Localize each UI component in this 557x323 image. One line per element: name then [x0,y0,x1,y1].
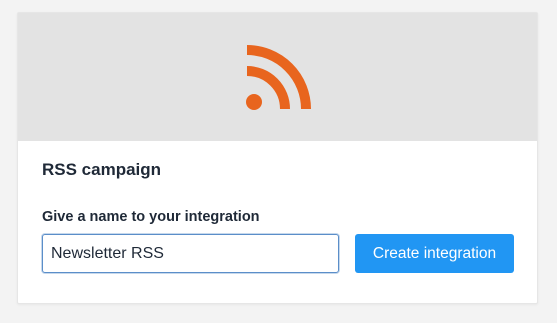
rss-integration-card: RSS campaign Give a name to your integra… [17,12,538,304]
card-banner [18,13,537,141]
integration-name-input[interactable] [42,234,339,273]
card-title: RSS campaign [42,160,162,179]
create-integration-button[interactable]: Create integration [355,234,514,273]
rss-icon [246,45,311,110]
integration-name-label: Give a name to your integration [42,209,260,225]
